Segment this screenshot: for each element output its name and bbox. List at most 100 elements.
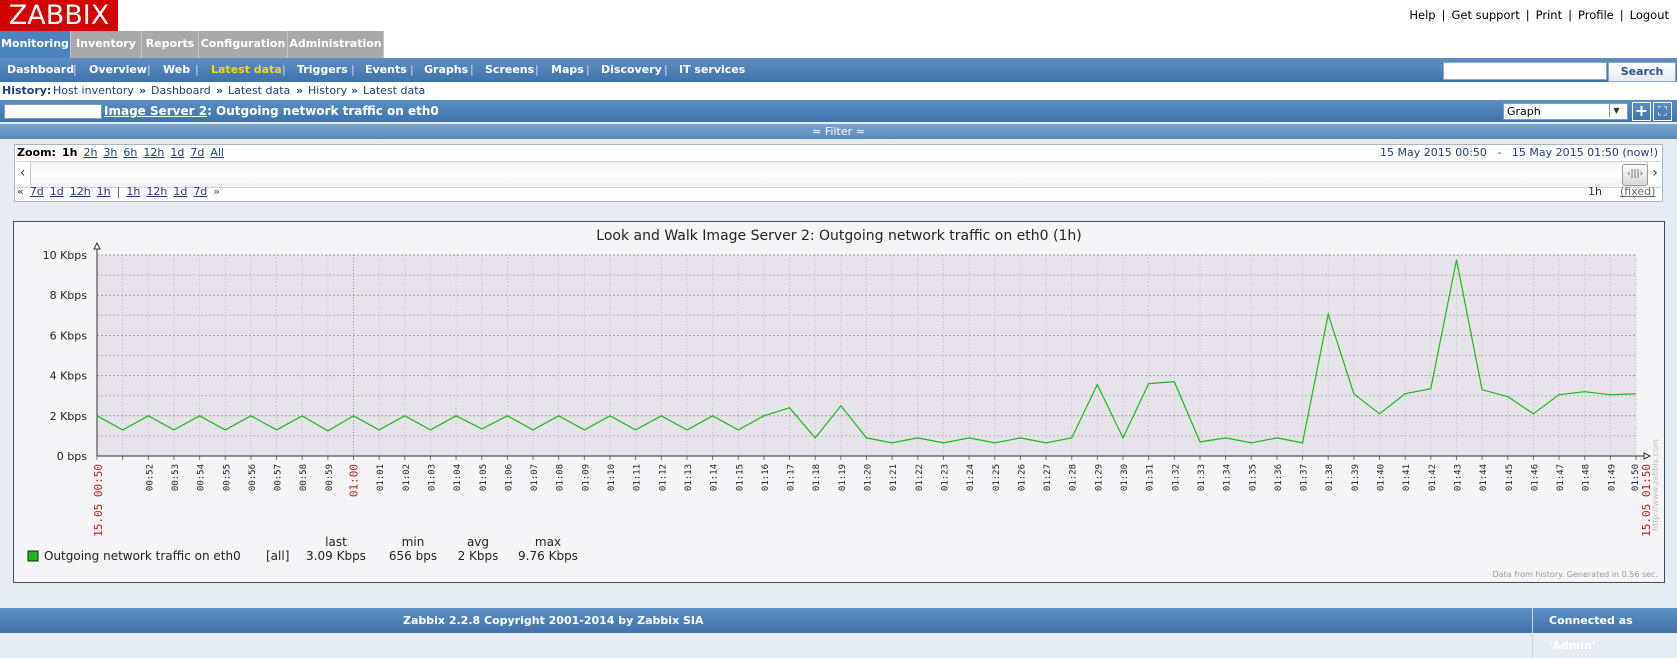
subnav-web[interactable]: Web: [163, 58, 190, 82]
y-tick-label: 4 Kbps: [50, 370, 88, 383]
back-1d[interactable]: 1d: [50, 185, 64, 198]
side-note: http://www.zabbix.com: [1651, 439, 1660, 531]
subnav-events[interactable]: Events: [365, 58, 407, 82]
crumb-arrow: »: [216, 82, 223, 100]
tab-inventory[interactable]: Inventory: [71, 31, 142, 58]
x-tick-label: 01:44: [1479, 464, 1489, 491]
y-axis-arrow: [94, 243, 100, 249]
legend-header: last: [325, 535, 347, 549]
back-7d[interactable]: 7d: [30, 185, 44, 198]
subnav-graphs[interactable]: Graphs: [424, 58, 468, 82]
x-tick-label: 01:32: [1171, 464, 1181, 491]
x-tick-label: 01:06: [504, 464, 514, 491]
crumb-history[interactable]: History: [308, 82, 347, 100]
subnav-maps[interactable]: Maps: [551, 58, 584, 82]
search-input[interactable]: [1443, 62, 1607, 80]
logout-link[interactable]: Logout: [1630, 8, 1669, 22]
fullscreen-icon[interactable]: ⛶: [1653, 102, 1672, 121]
x-tick-label: 01:23: [940, 464, 950, 491]
subnav-latest-data[interactable]: Latest data: [211, 58, 282, 82]
x-tick-label: 01:25: [992, 464, 1002, 491]
subnav-overview[interactable]: Overview: [89, 58, 147, 82]
crumb-arrow: »: [139, 82, 146, 100]
tab-configuration[interactable]: Configuration: [199, 31, 288, 58]
x-axis-arrow: [1644, 453, 1650, 459]
period-range: 15 May 2015 00:50 - 15 May 2015 01:50 (n…: [1380, 146, 1658, 160]
subnav-dashboard[interactable]: Dashboard: [7, 58, 74, 82]
period-to: 15 May 2015 01:50: [1512, 146, 1619, 159]
search-button[interactable]: Search: [1608, 62, 1676, 82]
x-tick-label: 01:01: [376, 464, 386, 491]
legend-header: avg: [467, 535, 489, 549]
page-footer: Zabbix 2.2.8 Copyright 2001-2014 by Zabb…: [0, 608, 1677, 633]
copyright-text: Zabbix 2.2.8 Copyright 2001-2014 by Zabb…: [403, 608, 704, 633]
x-tick-label: 01:15: [735, 464, 745, 491]
crumb-latest-data[interactable]: Latest data: [228, 82, 290, 100]
separator: |: [470, 58, 474, 82]
profile-link[interactable]: Profile: [1578, 8, 1614, 22]
crumb-latest-data-2[interactable]: Latest data: [363, 82, 425, 100]
tab-reports[interactable]: Reports: [142, 31, 199, 58]
fwd-12h[interactable]: 12h: [146, 185, 167, 198]
x-tick-label: 00:56: [248, 464, 258, 491]
period-navigation: «7d1d12h1h|1h12h1d7d»: [17, 185, 220, 199]
x-tick-label: 01:00: [348, 464, 361, 497]
subnav-screens[interactable]: Screens: [485, 58, 534, 82]
x-tick-label: 00:52: [145, 464, 155, 491]
scroll-left-icon[interactable]: ‹: [15, 162, 31, 185]
y-tick-label: 10 Kbps: [43, 249, 88, 262]
x-start-label: 15.05 00:50: [92, 464, 105, 537]
zoom-12h[interactable]: 12h: [143, 146, 164, 159]
x-tick-label: 01:43: [1453, 464, 1463, 491]
help-link[interactable]: Help: [1409, 8, 1435, 22]
get-support-link[interactable]: Get support: [1451, 8, 1519, 22]
separator: |: [535, 58, 539, 82]
host-name-field[interactable]: [4, 104, 102, 119]
host-link[interactable]: Image Server 2: [104, 104, 207, 118]
subnav-triggers[interactable]: Triggers: [297, 58, 348, 82]
crumb-dashboard[interactable]: Dashboard: [151, 82, 211, 100]
x-tick-label: 00:55: [222, 464, 232, 491]
zoom-7d[interactable]: 7d: [190, 146, 204, 159]
crumb-host-inventory[interactable]: Host inventory: [53, 82, 134, 100]
zoom-all[interactable]: All: [210, 146, 224, 159]
zabbix-logo[interactable]: ZABBIX: [0, 0, 118, 31]
subnav-it-services[interactable]: IT services: [679, 58, 745, 82]
back-1h[interactable]: 1h: [97, 185, 111, 198]
scrollbar-handle[interactable]: ‹|||›: [1622, 164, 1648, 186]
zoom-2h[interactable]: 2h: [83, 146, 97, 159]
scroll-right-icon[interactable]: ›: [1647, 162, 1662, 185]
print-link[interactable]: Print: [1536, 8, 1562, 22]
x-tick-label: 01:13: [684, 464, 694, 491]
x-tick-label: 00:54: [197, 464, 207, 491]
graph-footnote: Data from history. Generated in 0.56 sec…: [1493, 570, 1658, 579]
zoom-current: 1h: [62, 146, 78, 159]
time-scrollbar[interactable]: [15, 161, 1661, 188]
x-tick-label: 01:20: [864, 464, 874, 491]
x-tick-label: 00:59: [325, 464, 335, 491]
legend-color-swatch: [28, 551, 38, 561]
tab-administration[interactable]: Administration: [288, 31, 384, 58]
separator: |: [73, 58, 77, 82]
x-tick-label: 01:10: [607, 464, 617, 491]
x-tick-label: 01:12: [658, 464, 668, 491]
x-tick-label: 01:47: [1556, 464, 1566, 491]
add-to-favourites-icon[interactable]: +: [1632, 102, 1651, 121]
chevron-down-icon[interactable]: ▼: [1609, 104, 1623, 117]
zoom-3h[interactable]: 3h: [103, 146, 117, 159]
subnav-discovery[interactable]: Discovery: [601, 58, 662, 82]
fwd-symbol: »: [213, 185, 220, 198]
fwd-7d[interactable]: 7d: [193, 185, 207, 198]
fwd-1h[interactable]: 1h: [126, 185, 140, 198]
fixed-toggle[interactable]: (fixed): [1620, 185, 1655, 198]
legend-header: max: [535, 535, 561, 549]
zoom-6h[interactable]: 6h: [123, 146, 137, 159]
back-12h[interactable]: 12h: [70, 185, 91, 198]
x-tick-label: 01:45: [1505, 464, 1515, 491]
x-tick-label: 01:40: [1377, 464, 1387, 491]
fwd-1d[interactable]: 1d: [173, 185, 187, 198]
legend-value: 2 Kbps: [458, 549, 499, 563]
filter-toggle[interactable]: ≈ Filter ≈: [0, 124, 1677, 139]
tab-monitoring[interactable]: Monitoring: [0, 31, 71, 58]
zoom-1d[interactable]: 1d: [170, 146, 184, 159]
